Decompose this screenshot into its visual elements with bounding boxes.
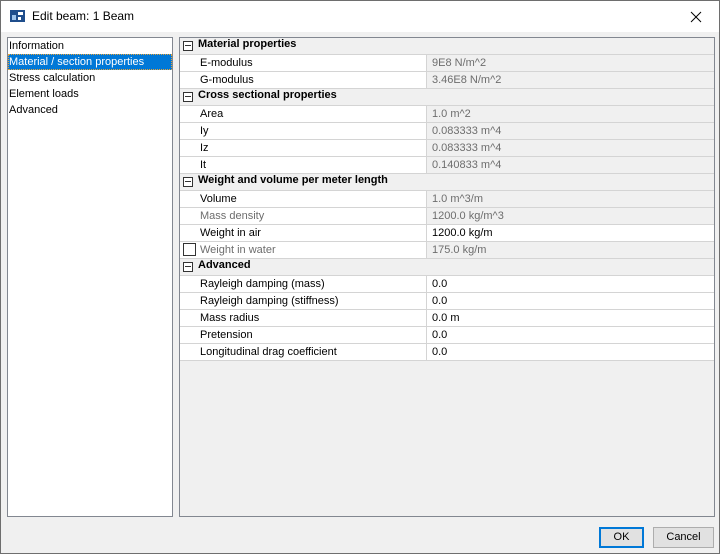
property-label: Weight in water (180, 242, 427, 258)
property-row: Pretension 0.0 (180, 327, 714, 344)
property-label: Mass density (180, 208, 427, 224)
property-label: Iy (180, 123, 427, 139)
section-title: Material properties (198, 38, 297, 50)
collapse-icon[interactable] (183, 262, 193, 272)
property-label: Volume (180, 191, 427, 207)
window-title: Edit beam: 1 Beam (32, 9, 135, 23)
property-value-area[interactable]: 1.0 m^2 (427, 106, 714, 122)
property-label: Mass radius (180, 310, 427, 326)
property-row: Volume 1.0 m^3/m (180, 191, 714, 208)
property-label: It (180, 157, 427, 173)
collapse-icon[interactable] (183, 92, 193, 102)
property-row: Mass density 1200.0 kg/m^3 (180, 208, 714, 225)
property-value-pretension[interactable]: 0.0 (427, 327, 714, 343)
nav-item-element-loads[interactable]: Element loads (8, 86, 172, 102)
nav-item-information[interactable]: Information (8, 38, 172, 54)
property-row: Area 1.0 m^2 (180, 106, 714, 123)
property-value-longitudinal-drag[interactable]: 0.0 (427, 344, 714, 360)
title-bar: Edit beam: 1 Beam (1, 1, 719, 32)
ok-button[interactable]: OK (599, 527, 644, 548)
property-row: Longitudinal drag coefficient 0.0 (180, 344, 714, 361)
property-label: Area (180, 106, 427, 122)
property-value-iy[interactable]: 0.083333 m^4 (427, 123, 714, 139)
edit-beam-dialog: Edit beam: 1 Beam Information Material /… (0, 0, 720, 554)
cancel-button[interactable]: Cancel (653, 527, 714, 548)
property-value-mass-density: 1200.0 kg/m^3 (427, 208, 714, 224)
collapse-icon[interactable] (183, 177, 193, 187)
property-row: Iz 0.083333 m^4 (180, 140, 714, 157)
property-row: It 0.140833 m^4 (180, 157, 714, 174)
section-advanced[interactable]: Advanced (180, 259, 714, 276)
property-row: Rayleigh damping (mass) 0.0 (180, 276, 714, 293)
property-row: E-modulus 9E8 N/m^2 (180, 55, 714, 72)
property-label: E-modulus (180, 55, 427, 71)
nav-item-material-section-properties[interactable]: Material / section properties (8, 54, 172, 70)
property-grid: Material properties E-modulus 9E8 N/m^2 … (179, 37, 715, 517)
property-label: Longitudinal drag coefficient (180, 344, 427, 360)
property-row: Weight in water 175.0 kg/m (180, 242, 714, 259)
weight-in-water-checkbox[interactable] (183, 243, 196, 256)
property-label: Rayleigh damping (mass) (180, 276, 427, 292)
property-label: Rayleigh damping (stiffness) (180, 293, 427, 309)
property-row: G-modulus 3.46E8 N/m^2 (180, 72, 714, 89)
close-button[interactable] (673, 1, 719, 32)
property-value-volume[interactable]: 1.0 m^3/m (427, 191, 714, 207)
property-row: Weight in air 1200.0 kg/m (180, 225, 714, 242)
nav-item-stress-calculation[interactable]: Stress calculation (8, 70, 172, 86)
property-value-rayleigh-stiffness[interactable]: 0.0 (427, 293, 714, 309)
property-label: Weight in air (180, 225, 427, 241)
property-value-weight-in-air[interactable]: 1200.0 kg/m (427, 225, 714, 241)
category-list[interactable]: Information Material / section propertie… (7, 37, 173, 517)
property-value-weight-in-water: 175.0 kg/m (427, 242, 714, 258)
section-cross-sectional-properties[interactable]: Cross sectional properties (180, 89, 714, 106)
property-value-it[interactable]: 0.140833 m^4 (427, 157, 714, 173)
section-material-properties[interactable]: Material properties (180, 38, 714, 55)
property-value-iz[interactable]: 0.083333 m^4 (427, 140, 714, 156)
property-label: G-modulus (180, 72, 427, 88)
app-icon (10, 10, 25, 22)
property-value-e-modulus[interactable]: 9E8 N/m^2 (427, 55, 714, 71)
section-weight-and-volume[interactable]: Weight and volume per meter length (180, 174, 714, 191)
property-row: Mass radius 0.0 m (180, 310, 714, 327)
nav-item-advanced[interactable]: Advanced (8, 102, 172, 118)
collapse-icon[interactable] (183, 41, 193, 51)
property-value-mass-radius[interactable]: 0.0 m (427, 310, 714, 326)
property-row: Iy 0.083333 m^4 (180, 123, 714, 140)
property-label: Iz (180, 140, 427, 156)
section-title: Cross sectional properties (198, 89, 337, 101)
section-title: Weight and volume per meter length (198, 174, 388, 186)
close-icon (690, 11, 702, 22)
property-value-g-modulus[interactable]: 3.46E8 N/m^2 (427, 72, 714, 88)
property-row: Rayleigh damping (stiffness) 0.0 (180, 293, 714, 310)
property-label: Pretension (180, 327, 427, 343)
property-value-rayleigh-mass[interactable]: 0.0 (427, 276, 714, 292)
